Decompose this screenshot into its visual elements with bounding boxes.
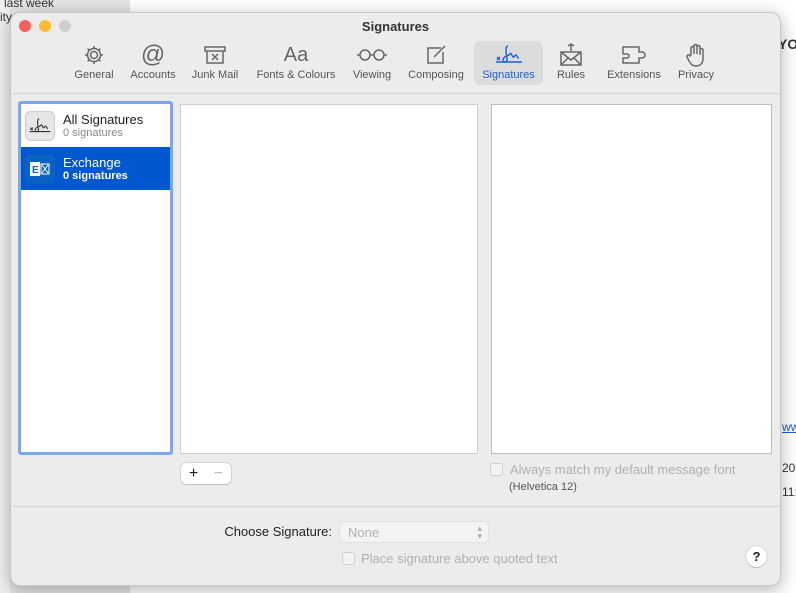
chevron-up-down-icon: ▴ ▾ <box>477 523 482 541</box>
tab-general[interactable]: General <box>69 41 119 85</box>
signature-editor[interactable] <box>491 104 772 454</box>
account-name: Exchange <box>63 155 121 170</box>
choose-signature-label: Choose Signature: <box>224 524 332 539</box>
add-signature-button[interactable]: + <box>181 465 206 483</box>
tab-extensions[interactable]: Extensions <box>601 41 667 85</box>
tab-junk-mail[interactable]: Junk Mail <box>187 41 243 85</box>
signature-icon <box>474 41 543 69</box>
rules-icon <box>548 41 594 69</box>
add-remove-control: + − <box>181 463 231 484</box>
signature-icon <box>25 110 55 141</box>
compose-icon <box>404 41 468 69</box>
bg-text: last week <box>4 0 55 10</box>
tab-signatures[interactable]: Signatures <box>474 41 543 85</box>
toolbar-divider <box>11 93 780 94</box>
exchange-icon: E <box>25 153 55 184</box>
font-name-label: (Helvetica 12) <box>509 481 577 493</box>
glasses-icon <box>347 41 397 69</box>
account-name: All Signatures <box>63 112 144 127</box>
window-title: Signatures <box>361 19 430 34</box>
tab-privacy[interactable]: Privacy <box>673 41 719 85</box>
at-icon: @ <box>140 41 166 68</box>
signature-count: 0 signatures <box>63 127 123 139</box>
tab-fonts-colours[interactable]: Aa Fonts & Colours <box>249 41 343 85</box>
remove-signature-button[interactable]: − <box>206 465 231 483</box>
signatures-preferences-window: Signatures General @ Accounts Junk Mail A… <box>10 12 781 586</box>
bottom-divider <box>11 506 780 507</box>
junk-mail-icon <box>187 41 243 69</box>
signatures-list[interactable] <box>180 104 478 454</box>
hand-icon <box>673 41 719 69</box>
place-above-checkbox[interactable] <box>342 552 355 565</box>
signature-count: 0 signatures <box>63 170 128 182</box>
mail-list-background <box>0 0 10 593</box>
match-font-label: Always match my default message font <box>510 462 736 477</box>
help-button[interactable]: ? <box>746 546 767 567</box>
svg-text:E: E <box>32 165 39 176</box>
gear-icon <box>69 41 119 69</box>
tab-viewing[interactable]: Viewing <box>347 41 397 85</box>
match-font-checkbox[interactable] <box>490 463 503 476</box>
account-row-all-signatures[interactable]: All Signatures 0 signatures <box>21 104 170 147</box>
choose-signature-popup[interactable]: None ▴ ▾ <box>339 521 489 543</box>
tab-rules[interactable]: Rules <box>548 41 594 85</box>
fonts-icon: Aa <box>283 43 309 66</box>
tab-composing[interactable]: Composing <box>404 41 468 85</box>
account-row-exchange[interactable]: E Exchange 0 signatures <box>21 147 170 190</box>
place-above-label: Place signature above quoted text <box>361 551 558 566</box>
accounts-list[interactable]: All Signatures 0 signatures E Exchange 0 s… <box>18 101 173 455</box>
bg-link[interactable]: ww <box>782 420 796 434</box>
bg-text: 11: <box>782 485 796 499</box>
bg-text: 202 <box>782 461 796 475</box>
puzzle-icon <box>601 41 667 69</box>
tab-accounts[interactable]: @ Accounts <box>125 41 181 85</box>
